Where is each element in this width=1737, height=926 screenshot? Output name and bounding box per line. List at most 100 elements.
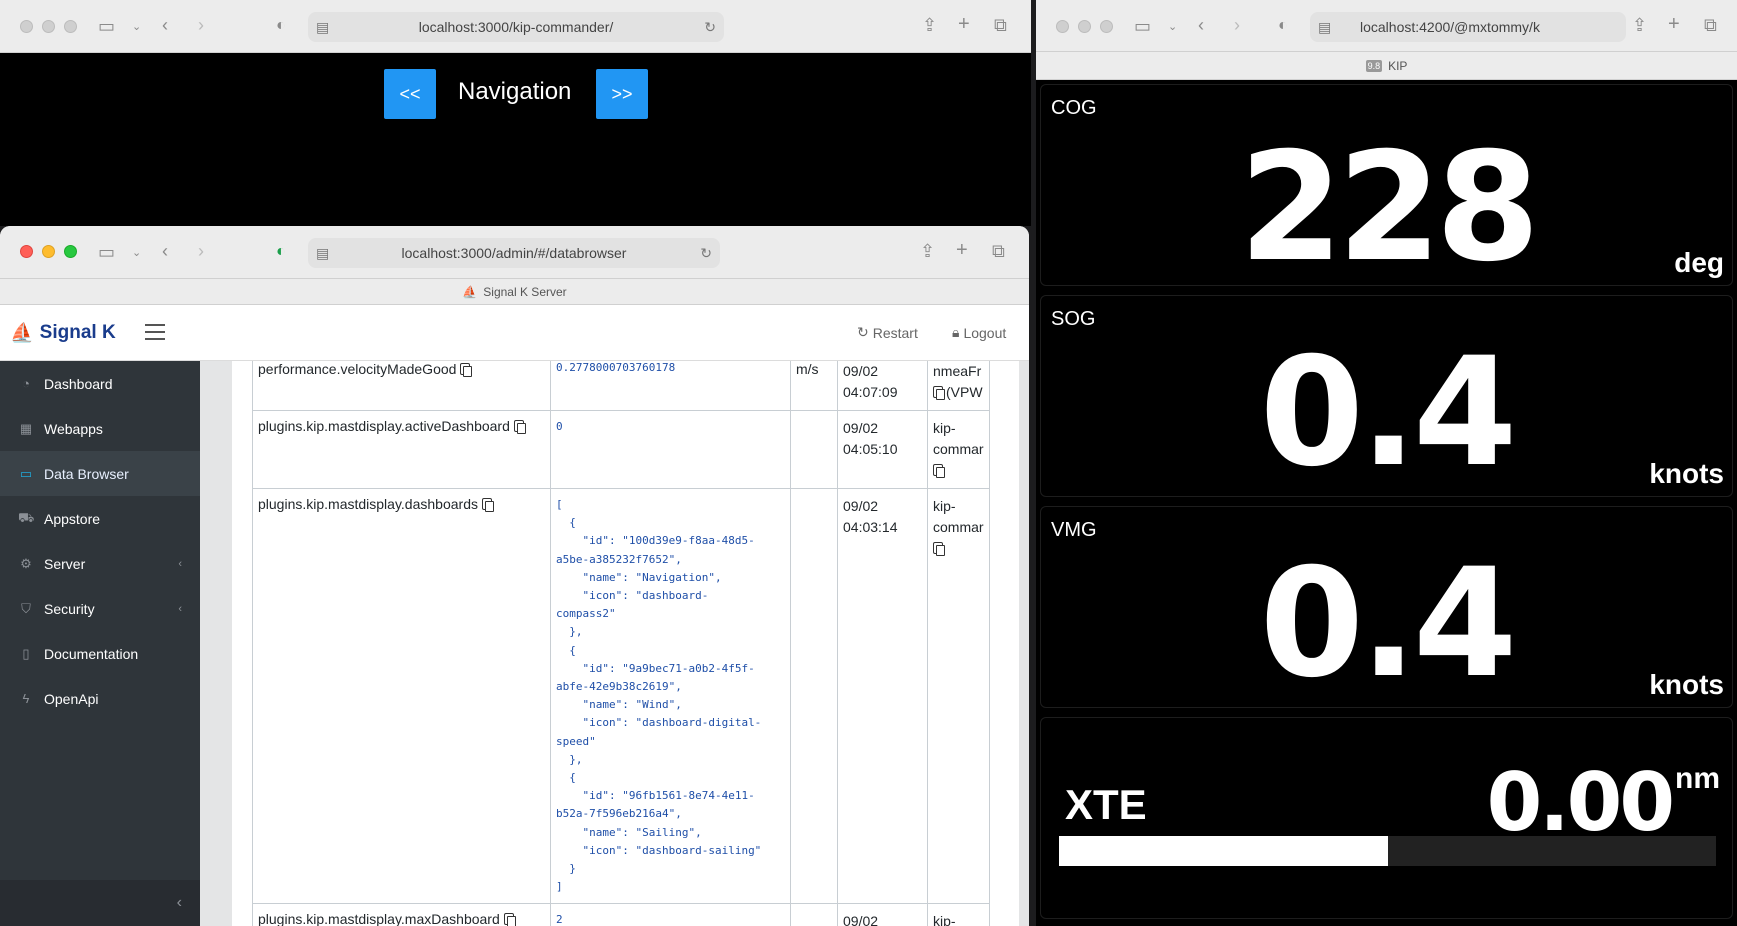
source-cell: kip- xyxy=(927,903,990,926)
table-row: plugins.kip.mastdisplay.activeDashboard … xyxy=(252,410,990,489)
data-browser-card: performance.velocityMadeGood 0.277800070… xyxy=(232,361,1019,926)
address-bar[interactable]: ▤ localhost:3000/kip-commander/ ↻ xyxy=(308,12,724,42)
signalk-logo[interactable]: ⛵ Signal K xyxy=(10,321,116,345)
close-button[interactable] xyxy=(20,20,33,33)
units-cell xyxy=(790,487,838,905)
back-icon[interactable]: ‹ xyxy=(162,16,168,34)
sidebar-item-server[interactable]: ⚙ Server ‹ xyxy=(0,541,200,586)
units-cell: m/s xyxy=(790,361,838,411)
path-cell: plugins.kip.mastdisplay.maxDashboard xyxy=(252,903,551,926)
shield-icon: ⛉ xyxy=(21,600,31,616)
share-icon[interactable]: ⇪ xyxy=(920,242,935,260)
chevron-down-icon[interactable]: ⌄ xyxy=(132,18,141,36)
share-icon[interactable]: ⇪ xyxy=(1632,16,1647,34)
extension-icon[interactable]: ◐ xyxy=(1278,17,1288,35)
sidebar-toggle-icon[interactable]: ▭ xyxy=(1134,17,1151,35)
forward-icon[interactable]: › xyxy=(198,242,204,260)
new-tab-icon[interactable]: + xyxy=(956,240,968,260)
copy-icon[interactable] xyxy=(933,386,945,400)
date-text: 09/02 xyxy=(843,913,879,926)
minimize-button[interactable] xyxy=(42,245,55,258)
data-browser-main: performance.velocityMadeGood 0.277800070… xyxy=(200,361,1029,926)
window-controls xyxy=(1056,20,1113,33)
source-text: kip- xyxy=(933,913,956,926)
page-icon: ▤ xyxy=(316,19,330,35)
logo-text: Signal K xyxy=(39,322,116,343)
sidebar-toggle-icon[interactable]: ▭ xyxy=(98,243,115,261)
next-dashboard-button[interactable]: >> xyxy=(596,69,648,119)
copy-icon[interactable] xyxy=(933,542,945,556)
copy-icon[interactable] xyxy=(513,420,526,434)
timestamp-cell: 09/02 04:07:09 xyxy=(837,361,928,411)
gear-icon: ⚙ xyxy=(20,555,32,571)
sidebar-item-dashboard[interactable]: ◔ Dashboard xyxy=(0,361,200,406)
sog-widget[interactable]: SOG 0.4 knots xyxy=(1040,295,1733,500)
units-cell xyxy=(790,410,838,489)
widget-unit: knots xyxy=(1649,669,1724,700)
sidebar-toggle-icon[interactable]: ▭ xyxy=(98,17,115,35)
zoom-button[interactable] xyxy=(64,245,77,258)
share-icon[interactable]: ⇪ xyxy=(922,16,937,34)
extension-icon[interactable]: ◐ xyxy=(276,243,286,261)
sidebar-item-label: Documentation xyxy=(44,645,139,662)
sidebar-item-openapi[interactable]: ϟ OpenApi xyxy=(0,676,200,721)
restart-button[interactable]: ↻ Restart xyxy=(857,324,918,341)
cog-widget[interactable]: COG 228 deg xyxy=(1040,84,1733,295)
sidebar-minimize-button[interactable]: ‹ xyxy=(0,880,200,926)
vmg-widget[interactable]: VMG 0.4 knots xyxy=(1040,506,1733,711)
logout-button[interactable]: 🔒︎ Logout xyxy=(952,324,1006,341)
sidebar-item-label: Webapps xyxy=(44,420,103,437)
chevron-left-icon: ‹ xyxy=(176,894,182,911)
reload-icon[interactable]: ↻ xyxy=(700,245,712,262)
xte-widget[interactable]: XTE 0.00 nm xyxy=(1040,717,1733,919)
tab-title[interactable]: Signal K Server xyxy=(483,285,566,299)
sidebar-item-security[interactable]: ⛉ Security ‹ xyxy=(0,586,200,631)
forward-icon[interactable]: › xyxy=(198,16,204,34)
chevron-down-icon[interactable]: ⌄ xyxy=(1168,18,1177,36)
new-tab-icon[interactable]: + xyxy=(1668,14,1680,34)
page-icon: ▤ xyxy=(316,245,330,261)
close-button[interactable] xyxy=(1056,20,1069,33)
copy-icon[interactable] xyxy=(481,498,494,512)
copy-icon[interactable] xyxy=(460,363,473,377)
tabs-overview-icon[interactable]: ⧉ xyxy=(992,242,1005,260)
close-button[interactable] xyxy=(20,245,33,258)
copy-icon[interactable] xyxy=(933,464,945,478)
extension-icon[interactable]: ◐ xyxy=(276,17,286,35)
dashboard-title: Navigation xyxy=(458,78,572,105)
tab-title[interactable]: KIP xyxy=(1388,59,1407,73)
address-bar[interactable]: ▤ localhost:3000/admin/#/databrowser ↻ xyxy=(308,238,720,268)
sidebar-item-webapps[interactable]: ▦ Webapps xyxy=(0,406,200,451)
address-bar[interactable]: ▤ localhost:4200/@mxtommy/k xyxy=(1310,12,1626,42)
minimize-button[interactable] xyxy=(1078,20,1091,33)
widget-label: XTE xyxy=(1065,781,1147,828)
widget-value: 0.4 xyxy=(1259,537,1518,711)
tabs-overview-icon[interactable]: ⧉ xyxy=(994,16,1007,34)
copy-icon[interactable] xyxy=(503,913,516,926)
sidebar-item-label: Appstore xyxy=(44,510,101,527)
back-icon[interactable]: ‹ xyxy=(1198,16,1204,34)
value-cell: 2 xyxy=(550,903,791,926)
timestamp-cell: 09/02 xyxy=(837,903,928,926)
sidebar-item-data-browser[interactable]: ▭ Data Browser xyxy=(0,451,200,496)
widget-unit: deg xyxy=(1674,247,1724,278)
zoom-button[interactable] xyxy=(1100,20,1113,33)
forward-icon[interactable]: › xyxy=(1234,16,1240,34)
back-icon[interactable]: ‹ xyxy=(162,242,168,260)
source-cell: nmeaFr (VPW xyxy=(927,361,990,411)
table-row: plugins.kip.mastdisplay.maxDashboard 2 0… xyxy=(252,903,990,926)
previous-dashboard-button[interactable]: << xyxy=(384,69,436,119)
new-tab-icon[interactable]: + xyxy=(958,14,970,34)
widget-unit: nm xyxy=(1675,762,1720,795)
tabs-overview-icon[interactable]: ⧉ xyxy=(1704,16,1717,34)
chevron-down-icon[interactable]: ⌄ xyxy=(132,244,141,262)
timestamp-cell: 09/02 04:05:10 xyxy=(837,410,928,489)
sidebar-item-appstore[interactable]: ⛟ Appstore xyxy=(0,496,200,541)
sail-icon: ⛵ xyxy=(10,323,34,344)
minimize-button[interactable] xyxy=(42,20,55,33)
zoom-button[interactable] xyxy=(64,20,77,33)
tab-bar: ⛵ Signal K Server xyxy=(0,279,1029,305)
sidebar-item-documentation[interactable]: ▯ Documentation xyxy=(0,631,200,676)
reload-icon[interactable]: ↻ xyxy=(704,19,716,36)
hamburger-menu-icon[interactable] xyxy=(145,324,165,340)
